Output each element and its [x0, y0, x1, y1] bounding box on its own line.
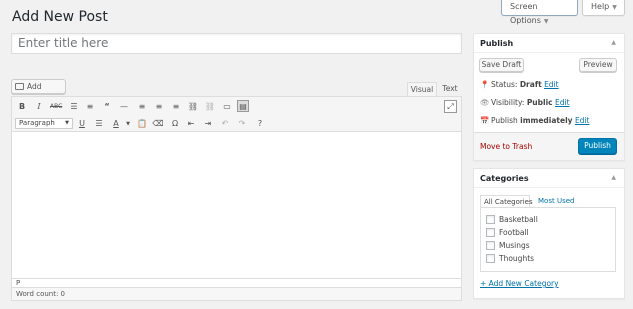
visibility-row: 👁Visibility: Public Edit: [480, 98, 570, 107]
status-label: Status:: [491, 80, 518, 89]
strikethrough-icon[interactable]: ABC: [50, 101, 62, 113]
media-icon: [15, 82, 24, 90]
preview-button[interactable]: Preview: [579, 58, 617, 72]
edit-visibility-link[interactable]: Edit: [555, 98, 570, 107]
post-title-input[interactable]: Enter title here: [11, 33, 462, 54]
toolbar-toggle-icon[interactable]: ▤: [237, 100, 249, 112]
pin-icon: 📍: [480, 80, 490, 89]
checkbox[interactable]: [486, 253, 495, 263]
justify-icon[interactable]: ☰: [93, 118, 105, 130]
status-row: 📍 Status: Draft Edit: [480, 80, 559, 89]
align-right-icon[interactable]: ≡: [170, 101, 182, 113]
checkbox[interactable]: [486, 240, 495, 250]
help-icon[interactable]: ?: [254, 118, 266, 130]
checkbox[interactable]: [486, 214, 495, 224]
category-checklist: Basketball Football Musings Thoughts: [480, 207, 616, 272]
list-item[interactable]: Musings: [486, 240, 530, 251]
category-label: Thoughts: [499, 254, 535, 263]
category-label: Basketball: [499, 215, 538, 224]
list-item[interactable]: Thoughts: [486, 253, 535, 264]
publish-time-value: immediately: [520, 116, 573, 125]
screen-options-button[interactable]: Screen Options ▼: [501, 0, 578, 25]
bold-icon[interactable]: B: [16, 101, 28, 113]
redo-icon[interactable]: ↷: [236, 118, 248, 130]
horizontal-line-icon[interactable]: —: [118, 101, 130, 113]
collapse-icon[interactable]: ▲: [611, 39, 616, 46]
align-left-icon[interactable]: ≡: [136, 101, 148, 113]
numbered-list-icon[interactable]: ≡: [84, 101, 96, 113]
save-draft-button[interactable]: Save Draft: [479, 58, 524, 72]
word-count: Word count: 0: [12, 287, 461, 300]
content-editor[interactable]: B I ABC ☰ ≡ “ — ≡ ≡ ≡ ⛓ ⛓ ▭ ▤ Paragraph ▼…: [11, 96, 462, 301]
category-label: Football: [499, 228, 529, 237]
undo-icon[interactable]: ↶: [219, 118, 231, 130]
italic-icon[interactable]: I: [33, 101, 45, 113]
special-character-icon[interactable]: Ω: [169, 118, 181, 130]
visibility-value: Public: [526, 98, 553, 107]
publish-heading: Publish: [480, 39, 514, 48]
publish-time-row: 📅 Publish immediately Edit: [480, 116, 589, 125]
help-button[interactable]: Help ▼: [582, 0, 625, 16]
publish-box-header[interactable]: Publish ▲: [474, 34, 624, 53]
visibility-label: Visibility:: [491, 98, 525, 107]
read-more-icon[interactable]: ▭: [221, 101, 233, 113]
help-label: Help: [591, 2, 610, 11]
collapse-icon[interactable]: ▲: [611, 174, 616, 181]
screen-options-label: Screen Options: [510, 2, 541, 25]
edit-publish-time-link[interactable]: Edit: [575, 116, 590, 125]
publish-actions: Move to Trash Publish: [474, 132, 624, 160]
page-title: Add New Post: [12, 9, 108, 25]
categories-box-header[interactable]: Categories ▲: [474, 169, 624, 188]
format-select-value: Paragraph: [19, 119, 55, 127]
increase-indent-icon[interactable]: ⇥: [202, 118, 214, 130]
add-new-category-link[interactable]: + Add New Category: [480, 279, 559, 288]
categories-heading: Categories: [480, 174, 529, 183]
chevron-down-icon[interactable]: ▼: [122, 118, 134, 130]
chevron-down-icon: ▼: [65, 120, 69, 126]
insert-link-icon[interactable]: ⛓: [187, 101, 199, 113]
editor-toolbar: B I ABC ☰ ≡ “ — ≡ ≡ ≡ ⛓ ⛓ ▭ ▤ Paragraph ▼…: [12, 97, 461, 132]
add-media-button[interactable]: Add Media: [11, 79, 66, 104]
categories-box: Categories ▲ All Categories Most Used Ba…: [473, 168, 625, 299]
blockquote-icon[interactable]: “: [101, 101, 113, 113]
list-item[interactable]: Football: [486, 227, 529, 238]
clear-formatting-icon[interactable]: ⌫: [152, 118, 164, 130]
tab-visual[interactable]: Visual: [407, 82, 437, 97]
eye-icon: 👁: [480, 98, 490, 107]
checkbox[interactable]: [486, 227, 495, 237]
decrease-indent-icon[interactable]: ⇤: [185, 118, 197, 130]
status-value: Draft: [519, 80, 542, 89]
chevron-down-icon: ▼: [612, 4, 617, 11]
text-color-icon[interactable]: A: [110, 118, 122, 130]
chevron-down-icon: ▼: [543, 18, 549, 25]
edit-status-link[interactable]: Edit: [544, 80, 559, 89]
format-select[interactable]: Paragraph ▼: [15, 118, 73, 129]
paste-as-text-icon[interactable]: 📋: [136, 118, 148, 130]
calendar-icon: 📅: [480, 116, 490, 125]
publish-button[interactable]: Publish: [578, 138, 617, 154]
list-item[interactable]: Basketball: [486, 214, 538, 225]
publish-time-label: Publish: [491, 116, 518, 125]
fullscreen-icon[interactable]: ⤢: [444, 100, 457, 113]
remove-link-icon[interactable]: ⛓: [204, 101, 216, 113]
move-to-trash-link[interactable]: Move to Trash: [480, 142, 532, 151]
tab-text[interactable]: Text: [438, 82, 462, 97]
publish-box: Publish ▲ Save Draft Preview 📍 Status: Dr…: [473, 33, 625, 161]
align-center-icon[interactable]: ≡: [153, 101, 165, 113]
bullet-list-icon[interactable]: ☰: [68, 101, 80, 113]
category-label: Musings: [499, 241, 530, 250]
underline-icon[interactable]: U: [76, 118, 88, 130]
